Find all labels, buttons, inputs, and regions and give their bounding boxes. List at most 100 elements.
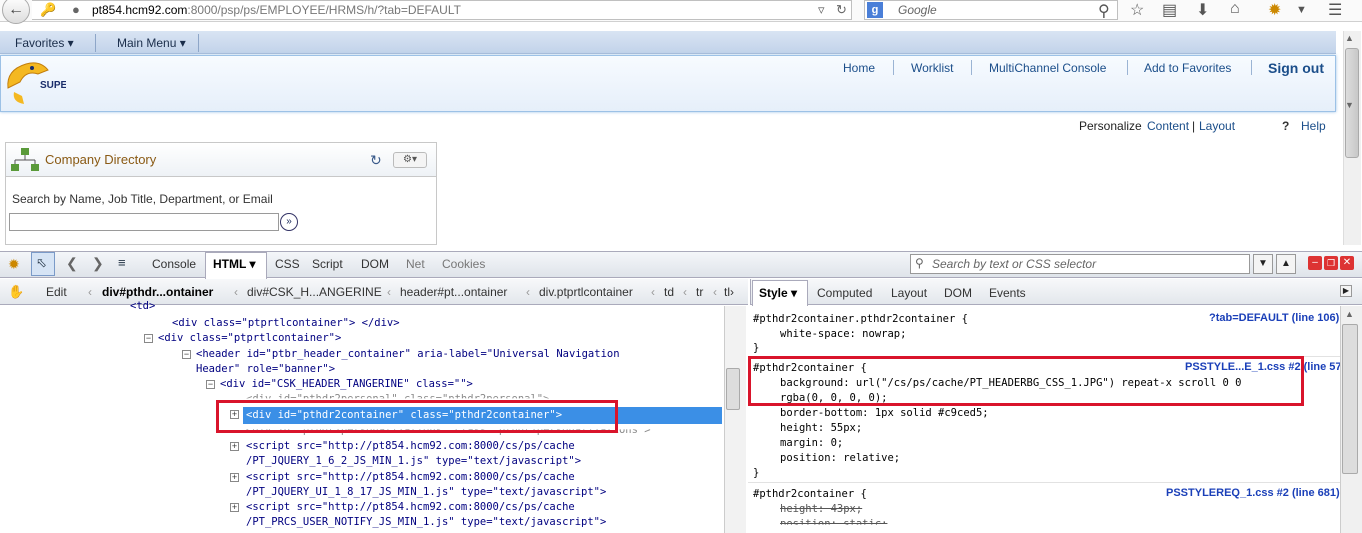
css-property[interactable]: white-space: nowrap; bbox=[780, 328, 906, 340]
breadcrumb-item[interactable]: td bbox=[664, 285, 674, 299]
tab-events[interactable]: Events bbox=[989, 286, 1026, 300]
search-go-icon[interactable]: » bbox=[280, 213, 298, 231]
firebug-logo-icon[interactable]: ✹ bbox=[8, 256, 20, 273]
multichannel-console-link[interactable]: MultiChannel Console bbox=[989, 61, 1106, 75]
css-overridden-property[interactable]: height: 43px; bbox=[780, 503, 862, 515]
close-icon[interactable]: ✕ bbox=[1340, 256, 1354, 270]
favorites-menu[interactable]: Favorites ▾ bbox=[15, 36, 74, 50]
html-line[interactable]: <div class="ptprtlcontainer"> bbox=[158, 332, 341, 344]
breadcrumb-item[interactable]: div.ptprtlcontainer bbox=[539, 285, 633, 299]
css-overridden-property[interactable]: position: static; bbox=[780, 518, 887, 525]
link-separator bbox=[1127, 60, 1128, 75]
bookmark-star-icon[interactable]: ☆ bbox=[1130, 0, 1144, 20]
side-panel-more-icon[interactable]: ▶ bbox=[1340, 285, 1352, 297]
url-text[interactable]: pt854.hcm92.com:8000/psp/ps/EMPLOYEE/HRM… bbox=[92, 3, 461, 17]
search-icon[interactable]: ⚲ bbox=[1098, 1, 1110, 21]
collapse-toggle-icon[interactable]: − bbox=[182, 350, 191, 359]
scroll-down-icon[interactable]: ▼ bbox=[1345, 100, 1354, 110]
panel-splitter-scrollbar[interactable] bbox=[724, 306, 746, 533]
tab-html[interactable]: HTML ▾ bbox=[213, 257, 255, 271]
main-menu[interactable]: Main Menu ▾ bbox=[117, 36, 186, 50]
html-line[interactable]: <div id="CSK_HEADER_TANGERINE" class=""> bbox=[220, 378, 473, 390]
directory-search-input[interactable] bbox=[9, 213, 279, 231]
edit-button[interactable]: Edit bbox=[46, 285, 67, 299]
expand-toggle-icon[interactable]: + bbox=[230, 473, 239, 482]
menu-icon[interactable]: ☰ bbox=[1328, 0, 1342, 20]
breadcrumb-item[interactable]: div#pthdr...ontainer bbox=[102, 285, 213, 299]
breadcrumb-item[interactable]: header#pt...ontainer bbox=[400, 285, 507, 299]
collapse-toggle-icon[interactable]: − bbox=[144, 334, 153, 343]
menu-separator bbox=[95, 34, 96, 52]
home-icon[interactable]: ⌂ bbox=[1230, 0, 1240, 18]
reload-icon[interactable]: ↻ bbox=[836, 2, 847, 18]
html-line[interactable]: <td> bbox=[130, 300, 155, 312]
tab-cookies[interactable]: Cookies bbox=[442, 257, 485, 271]
forward-icon[interactable]: ❯ bbox=[92, 255, 104, 272]
html-line[interactable]: <div class="ptprtlcontainer"> </div> bbox=[172, 317, 400, 329]
chevron-down-icon[interactable]: ▼ bbox=[1296, 4, 1307, 16]
tab-css[interactable]: CSS bbox=[275, 257, 300, 271]
html-line[interactable]: <script src="http://pt854.hcm92.com:8000… bbox=[246, 440, 575, 452]
dropdown-arrow-icon[interactable]: ▿ bbox=[818, 2, 825, 18]
personalize-layout-link[interactable]: Layout bbox=[1199, 119, 1235, 133]
html-line[interactable]: /PT_JQUERY_1_6_2_JS_MIN_1.js" type="text… bbox=[246, 455, 581, 467]
bookmarks-icon[interactable]: ▤ bbox=[1162, 0, 1177, 20]
expand-toggle-icon[interactable]: + bbox=[230, 442, 239, 451]
html-line[interactable]: Header" role="banner"> bbox=[196, 363, 335, 375]
breadcrumb-item[interactable]: tl› bbox=[724, 285, 734, 299]
command-line-icon[interactable]: ≡ bbox=[118, 255, 126, 270]
css-selector[interactable]: #pthdr2container.pthdr2container { bbox=[753, 313, 968, 325]
download-icon[interactable]: ⬇ bbox=[1196, 0, 1209, 20]
break-on-mutate-icon[interactable]: ✋ bbox=[8, 284, 24, 300]
tab-script[interactable]: Script bbox=[312, 257, 343, 271]
html-line[interactable]: <script src="http://pt854.hcm92.com:8000… bbox=[246, 471, 575, 483]
pagelet-options-gear-icon[interactable]: ⚙▾ bbox=[393, 152, 427, 168]
tab-computed[interactable]: Computed bbox=[817, 286, 872, 300]
globe-icon: ● bbox=[72, 2, 80, 17]
refresh-icon[interactable]: ↻ bbox=[370, 152, 382, 169]
scroll-up-icon[interactable]: ▲ bbox=[1345, 309, 1354, 319]
tab-net[interactable]: Net bbox=[406, 257, 425, 271]
search-down-icon[interactable]: ▼ bbox=[1253, 254, 1273, 274]
help-link[interactable]: Help bbox=[1301, 119, 1326, 133]
help-icon[interactable]: ? bbox=[1282, 119, 1289, 133]
css-source-link[interactable]: ?tab=DEFAULT (line 106) bbox=[1209, 312, 1339, 324]
css-property[interactable]: border-bottom: 1px solid #c9ced5; bbox=[780, 407, 989, 419]
google-icon[interactable]: g bbox=[867, 2, 883, 18]
annotation-highlight-box bbox=[216, 400, 618, 433]
firebug-icon[interactable]: ✹ bbox=[1268, 0, 1281, 20]
html-line[interactable]: /PT_JQUERY_UI_1_8_17_JS_MIN_1.js" type="… bbox=[246, 486, 606, 498]
tab-dom[interactable]: DOM bbox=[361, 257, 389, 271]
search-label: Search by Name, Job Title, Department, o… bbox=[12, 192, 273, 206]
html-line[interactable]: /PT_PRCS_USER_NOTIFY_JS_MIN_1.js" type="… bbox=[246, 516, 606, 528]
add-to-favorites-link[interactable]: Add to Favorites bbox=[1144, 61, 1231, 75]
css-scrollbar-thumb[interactable] bbox=[1342, 324, 1358, 474]
css-property[interactable]: position: relative; bbox=[780, 452, 900, 464]
tab-style[interactable]: Style ▾ bbox=[759, 286, 797, 300]
css-property[interactable]: margin: 0; bbox=[780, 437, 843, 449]
css-selector[interactable]: #pthdr2container { bbox=[753, 488, 867, 500]
tab-layout[interactable]: Layout bbox=[891, 286, 927, 300]
org-chart-icon bbox=[11, 148, 39, 171]
personalize-content-link[interactable]: Content bbox=[1147, 119, 1189, 133]
expand-toggle-icon[interactable]: + bbox=[230, 503, 239, 512]
scroll-up-icon[interactable]: ▲ bbox=[1345, 33, 1354, 43]
worklist-link[interactable]: Worklist bbox=[911, 61, 953, 75]
tab-side-dom[interactable]: DOM bbox=[944, 286, 972, 300]
back-icon[interactable]: ❮ bbox=[66, 255, 78, 272]
collapse-toggle-icon[interactable]: − bbox=[206, 380, 215, 389]
breadcrumb-item[interactable]: tr bbox=[696, 285, 703, 299]
breadcrumb-item[interactable]: div#CSK_H...ANGERINE bbox=[247, 285, 382, 299]
sign-out-link[interactable]: Sign out bbox=[1268, 60, 1324, 76]
html-line[interactable]: <script src="http://pt854.hcm92.com:8000… bbox=[246, 501, 575, 513]
ps-header bbox=[0, 55, 1336, 112]
css-source-link[interactable]: PSSTYLEREQ_1.css #2 (line 681) bbox=[1166, 487, 1340, 499]
css-property[interactable]: height: 55px; bbox=[780, 422, 862, 434]
minimize-icon[interactable]: – bbox=[1308, 256, 1322, 270]
search-up-icon[interactable]: ▲ bbox=[1276, 254, 1296, 274]
tab-console[interactable]: Console bbox=[152, 257, 196, 271]
html-scrollbar-thumb[interactable] bbox=[726, 368, 740, 410]
detach-icon[interactable]: ❐ bbox=[1324, 256, 1338, 270]
home-link[interactable]: Home bbox=[843, 61, 875, 75]
html-line[interactable]: <header id="ptbr_header_container" aria-… bbox=[196, 348, 620, 360]
